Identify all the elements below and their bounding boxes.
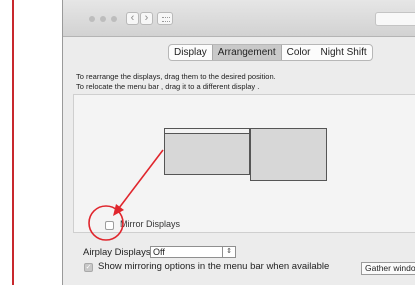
airplay-displays-label: Airplay Displays : bbox=[83, 247, 156, 258]
show-all-button[interactable] bbox=[157, 12, 173, 25]
forward-button[interactable]: › bbox=[140, 12, 153, 25]
tab-color[interactable]: Color bbox=[282, 45, 316, 60]
displays-preferences-window: ‹ › Display Arrangement Color Night Shif… bbox=[62, 0, 415, 285]
instruction-menu-bar: To relocate the menu bar , drag it to a … bbox=[76, 82, 260, 91]
chevron-left-icon: ‹ bbox=[130, 12, 135, 24]
page-divider bbox=[12, 0, 14, 285]
tab-arrangement[interactable]: Arrangement bbox=[211, 45, 282, 60]
main-display[interactable] bbox=[164, 128, 250, 175]
mirror-displays-checkbox[interactable] bbox=[105, 221, 114, 230]
tab-bar: Display Arrangement Color Night Shift bbox=[168, 44, 373, 61]
mirror-displays-label: Mirror Displays bbox=[120, 219, 181, 229]
show-mirroring-checkbox[interactable]: ✓ bbox=[84, 263, 93, 272]
instruction-rearrange: To rearrange the displays, drag them to … bbox=[76, 72, 276, 81]
zoom-window-button[interactable] bbox=[111, 16, 117, 22]
back-button[interactable]: ‹ bbox=[126, 12, 139, 25]
show-mirroring-label: Show mirroring options in the menu bar w… bbox=[98, 261, 330, 272]
gather-windows-button[interactable]: Gather windows bbox=[361, 262, 415, 275]
close-window-button[interactable] bbox=[89, 16, 95, 22]
tab-display[interactable]: Display bbox=[169, 45, 212, 60]
tab-night-shift[interactable]: Night Shift bbox=[316, 45, 372, 60]
menu-bar-strip[interactable] bbox=[165, 129, 249, 134]
chevron-right-icon: › bbox=[144, 12, 149, 24]
minimize-window-button[interactable] bbox=[100, 16, 106, 22]
checkmark-icon: ✓ bbox=[85, 264, 92, 271]
airplay-value: Off bbox=[153, 247, 165, 257]
secondary-display[interactable] bbox=[250, 128, 327, 181]
updown-arrows-icon: ⇕ bbox=[222, 247, 235, 257]
search-field[interactable] bbox=[375, 12, 415, 26]
grid-icon bbox=[162, 17, 170, 22]
airplay-displays-select[interactable]: Off ⇕ bbox=[150, 246, 236, 258]
title-bar: ‹ › bbox=[63, 0, 415, 37]
